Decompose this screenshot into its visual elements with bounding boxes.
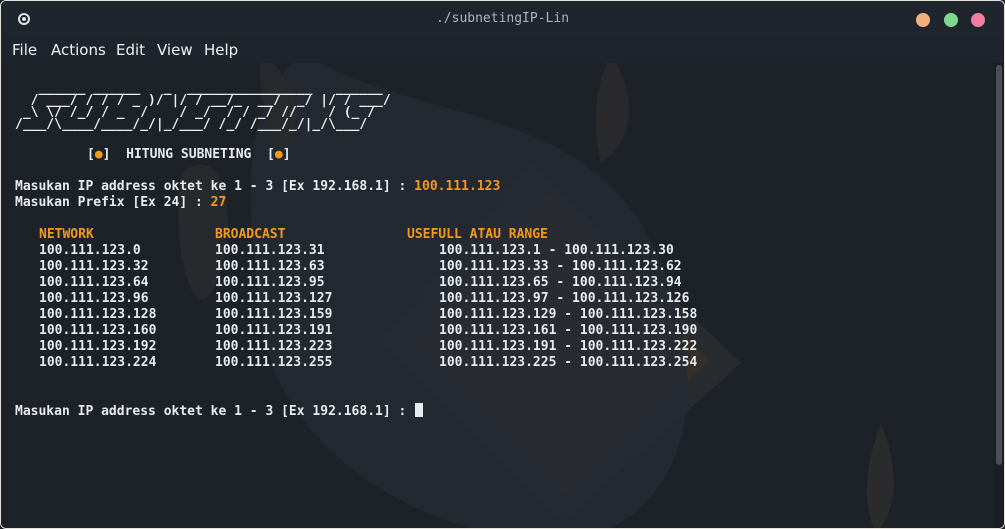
bracket-left: [ xyxy=(87,147,95,162)
ip-prompt-line: Masukan IP address oktet ke 1 - 3 [Ex 19… xyxy=(15,179,500,195)
prefix-prompt: Masukan Prefix [Ex 24] : xyxy=(15,195,211,210)
row-network: 100.111.123.192 xyxy=(39,339,157,354)
row-range: 100.111.123.1 - 100.111.123.30 xyxy=(439,243,674,258)
menu-bar: File Actions Edit View Help xyxy=(1,37,1004,63)
menu-file[interactable]: File xyxy=(12,41,37,59)
row-broadcast: 100.111.123.191 xyxy=(215,323,333,338)
window-title: ./subnetingIP-Lin xyxy=(435,11,570,26)
ip-prompt-again-line[interactable]: Masukan IP address oktet ke 1 - 3 [Ex 19… xyxy=(15,403,424,420)
banner-ascii-art: ______ ______ _ ________________ ______ … xyxy=(15,81,391,132)
row-network: 100.111.123.96 xyxy=(39,291,149,306)
row-network: 100.111.123.224 xyxy=(39,355,157,370)
menu-edit[interactable]: Edit xyxy=(116,41,145,59)
title-bar[interactable]: ./subnetingIP-Lin xyxy=(1,1,1004,37)
row-range: 100.111.123.129 - 100.111.123.158 xyxy=(439,307,698,322)
ip-input-value: 100.111.123 xyxy=(414,179,501,194)
header-broadcast: BROADCAST xyxy=(215,227,286,242)
close-button[interactable] xyxy=(971,13,985,27)
menu-view[interactable]: View xyxy=(157,41,193,59)
ip-prompt: Masukan IP address oktet ke 1 - 3 [Ex 19… xyxy=(15,179,415,194)
banner-title-line: [●] HITUNG SUBNETING [●] xyxy=(87,147,291,163)
row-range: 100.111.123.33 - 100.111.123.62 xyxy=(439,259,682,274)
row-broadcast: 100.111.123.63 xyxy=(215,259,325,274)
menu-actions[interactable]: Actions xyxy=(51,41,106,59)
minimize-button[interactable] xyxy=(916,13,930,27)
orange-dot-icon: ● xyxy=(274,147,283,162)
row-range: 100.111.123.191 - 100.111.123.222 xyxy=(439,339,698,354)
row-broadcast: 100.111.123.223 xyxy=(215,339,333,354)
terminal-window: ./subnetingIP-Lin File Actions Edit View… xyxy=(0,0,1005,529)
bracket-right: ] xyxy=(282,147,291,162)
text-cursor xyxy=(415,403,424,417)
row-network: 100.111.123.160 xyxy=(39,323,157,338)
row-network: 100.111.123.0 xyxy=(39,243,141,258)
header-range: USEFULL ATAU RANGE xyxy=(407,227,548,242)
vertical-scrollbar[interactable] xyxy=(994,63,1004,528)
ip-prompt-again: Masukan IP address oktet ke 1 - 3 [Ex 19… xyxy=(15,404,415,419)
row-network: 100.111.123.32 xyxy=(39,259,149,274)
row-range: 100.111.123.225 - 100.111.123.254 xyxy=(439,355,698,370)
row-range: 100.111.123.97 - 100.111.123.126 xyxy=(439,291,690,306)
bracket-right: ] xyxy=(102,147,111,162)
row-network: 100.111.123.64 xyxy=(39,275,149,290)
terminal-output[interactable]: ______ ______ _ ________________ ______ … xyxy=(1,63,994,528)
prefix-prompt-line: Masukan Prefix [Ex 24] : 27 xyxy=(15,195,226,211)
row-range: 100.111.123.65 - 100.111.123.94 xyxy=(439,275,682,290)
row-broadcast: 100.111.123.95 xyxy=(215,275,325,290)
header-network: NETWORK xyxy=(39,227,94,242)
row-broadcast: 100.111.123.127 xyxy=(215,291,333,306)
prefix-input-value: 27 xyxy=(210,195,227,210)
row-broadcast: 100.111.123.159 xyxy=(215,307,333,322)
banner-title: HITUNG SUBNETING xyxy=(126,147,252,162)
maximize-button[interactable] xyxy=(944,13,958,27)
scrollbar-thumb[interactable] xyxy=(996,65,1002,465)
row-network: 100.111.123.128 xyxy=(39,307,157,322)
row-range: 100.111.123.161 - 100.111.123.190 xyxy=(439,323,698,338)
row-broadcast: 100.111.123.255 xyxy=(215,355,333,370)
menu-help[interactable]: Help xyxy=(204,41,238,59)
row-broadcast: 100.111.123.31 xyxy=(215,243,325,258)
bracket-left: [ xyxy=(267,147,275,162)
orange-dot-icon: ● xyxy=(94,147,103,162)
